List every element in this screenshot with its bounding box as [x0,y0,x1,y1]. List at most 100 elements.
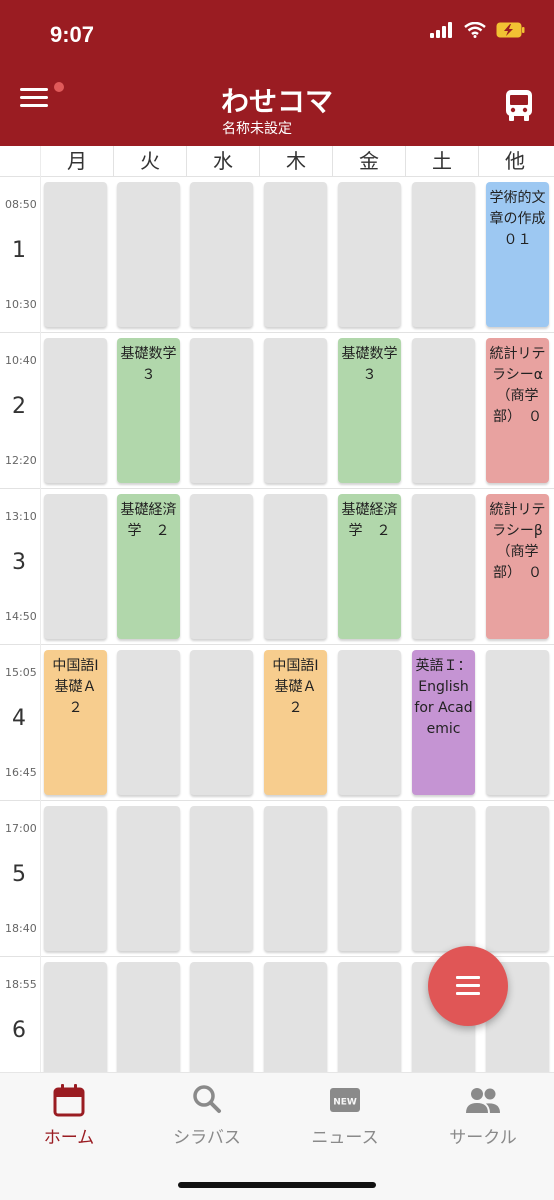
course-cell-empty[interactable] [117,806,180,951]
status-time: 9:07 [50,22,95,47]
day-header-fri: 金 [332,146,405,176]
course-cell[interactable]: 基礎経済学 ２ [338,494,401,639]
period-number: 5 [12,862,26,887]
cellular-signal-icon [430,22,452,38]
bus-icon[interactable] [504,88,534,122]
course-cell-empty[interactable] [486,650,549,795]
course-cell-empty[interactable] [190,338,253,483]
course-cell-empty[interactable] [412,806,475,951]
course-cell-empty[interactable] [190,962,253,1072]
course-cell-empty[interactable] [412,494,475,639]
battery-charging-icon [496,22,525,38]
period-label-2: 10:40 2 12:20 [0,332,40,488]
course-cell-empty[interactable] [44,182,107,327]
course-cell-empty[interactable] [412,182,475,327]
course-cell[interactable]: 統計リテラシーβ（商学部） ０ [486,494,549,639]
nav-label: ホーム [43,1128,95,1148]
course-cell-empty[interactable] [264,962,327,1072]
course-cell-empty[interactable] [190,182,253,327]
course-cell[interactable]: 統計リテラシーα（商学部） ０ [486,338,549,483]
course-cell-empty[interactable] [44,806,107,951]
period-start-time: 15:05 [5,666,37,679]
nav-label: ニュース [311,1128,379,1148]
day-header-wed: 水 [186,146,259,176]
course-cell[interactable]: 英語Ｉ：English for Academic [412,650,475,795]
nav-item-home[interactable]: ホーム [0,1083,138,1153]
period-end-time: 14:50 [5,610,37,623]
day-header-sat: 土 [405,146,478,176]
row-divider [0,800,554,801]
calendar-icon [53,1084,85,1117]
nav-item-syllabus[interactable]: シラバス [138,1083,276,1153]
timetable-grid: 月 火 水 木 金 土 他 08:50 1 10:30 10:40 2 12:2… [0,146,554,1072]
course-cell-empty[interactable] [486,806,549,951]
status-icons [430,22,526,38]
course-cell[interactable]: 基礎数学３ [117,338,180,483]
period-end-time: 16:45 [5,766,37,779]
period-start-time: 13:10 [5,510,37,523]
course-cell[interactable]: 学術的文章の作成０１ [486,182,549,327]
period-number: 2 [12,394,26,419]
col-divider [40,146,41,1072]
day-header-other: 他 [478,146,551,176]
course-cell-empty[interactable] [117,182,180,327]
people-icon [466,1088,500,1113]
course-cell[interactable]: 基礎数学３ [338,338,401,483]
period-label-4: 15:05 4 16:45 [0,644,40,800]
period-label-6: 18:55 6 [0,956,40,1072]
course-cell-empty[interactable] [190,650,253,795]
period-number: 3 [12,550,26,575]
course-cell[interactable]: 中国語Ⅰ基礎Ａ ２ [44,650,107,795]
period-number: 6 [12,1018,26,1043]
wifi-icon [464,22,486,38]
course-cell-empty[interactable] [190,494,253,639]
nav-item-circle[interactable]: サークル [414,1083,552,1153]
row-divider [0,488,554,489]
period-label-3: 13:10 3 14:50 [0,488,40,644]
search-icon [193,1085,221,1113]
row-divider [0,644,554,645]
course-cell-empty[interactable] [117,650,180,795]
period-label-1: 08:50 1 10:30 [0,176,40,332]
course-cell-empty[interactable] [338,650,401,795]
course-cell-empty[interactable] [117,962,180,1072]
course-cell-empty[interactable] [264,338,327,483]
app-header: 9:07 わせコマ 名称未設定 [0,0,554,146]
course-cell-empty[interactable] [264,806,327,951]
bottom-nav: ホーム シラバス NEW ニュース サークル [0,1072,554,1200]
day-header-tue: 火 [113,146,186,176]
fab-menu-button[interactable] [428,946,508,1026]
period-end-time: 10:30 [5,298,37,311]
app-title: わせコマ [220,85,333,118]
period-label-5: 17:00 5 18:40 [0,800,40,956]
nav-label: サークル [449,1128,517,1148]
period-number: 1 [12,238,26,263]
timetable-name[interactable]: 名称未設定 [222,118,292,138]
nav-label: シラバス [173,1128,241,1148]
course-cell-empty[interactable] [44,962,107,1072]
period-start-time: 10:40 [5,354,37,367]
period-start-time: 08:50 [5,198,37,211]
course-cell[interactable]: 中国語Ⅰ基礎Ａ ２ [264,650,327,795]
period-number: 4 [12,706,26,731]
period-start-time: 18:55 [5,978,37,991]
home-indicator [178,1182,376,1188]
course-cell-empty[interactable] [338,182,401,327]
course-cell-empty[interactable] [338,806,401,951]
course-cell-empty[interactable] [44,494,107,639]
course-cell-empty[interactable] [190,806,253,951]
course-cell-empty[interactable] [338,962,401,1072]
period-end-time: 12:20 [5,454,37,467]
row-divider [0,332,554,333]
course-cell-empty[interactable] [264,494,327,639]
nav-item-news[interactable]: NEW ニュース [276,1083,414,1153]
day-header-thu: 木 [259,146,332,176]
period-start-time: 17:00 [5,822,37,835]
course-cell-empty[interactable] [412,338,475,483]
news-icon: NEW [330,1088,360,1112]
svg-text:NEW: NEW [333,1098,357,1108]
course-cell-empty[interactable] [264,182,327,327]
day-header-mon: 月 [40,146,113,176]
course-cell[interactable]: 基礎経済学 ２ [117,494,180,639]
course-cell-empty[interactable] [44,338,107,483]
